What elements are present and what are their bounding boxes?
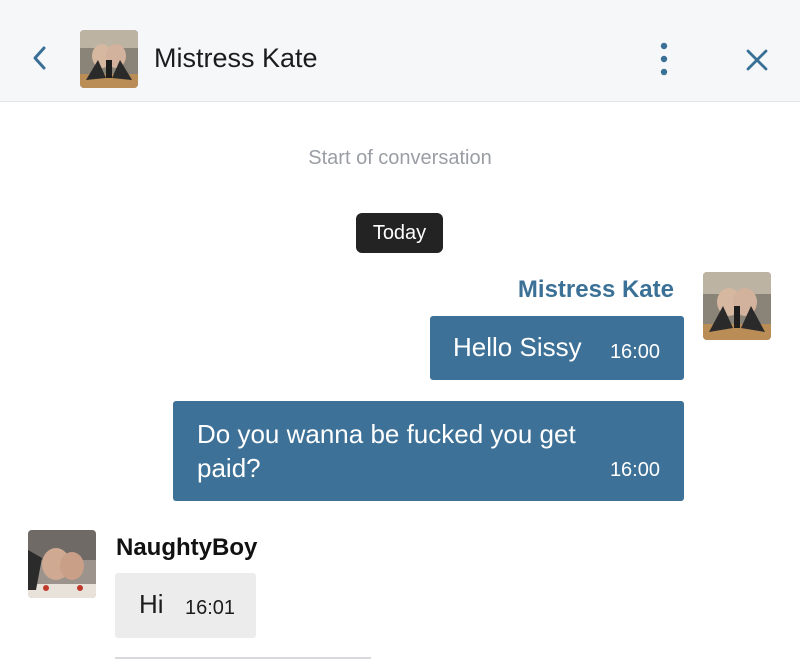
chat-title: Mistress Kate	[154, 43, 318, 73]
message-time: 16:00	[609, 459, 660, 481]
chat-header: Mistress Kate	[0, 0, 800, 102]
avatar[interactable]	[28, 530, 96, 598]
close-icon	[746, 49, 768, 71]
divider	[115, 657, 371, 659]
message-time: 16:01	[185, 597, 236, 619]
sender-name: NaughtyBoy	[116, 534, 258, 561]
message-bubble[interactable]: Hi 16:01	[115, 573, 256, 638]
chevron-left-icon	[33, 46, 46, 70]
conversation-start-label: Start of conversation	[308, 147, 492, 169]
close-button[interactable]	[738, 40, 776, 80]
avatar[interactable]	[703, 272, 771, 340]
sender-name: Mistress Kate	[517, 276, 674, 303]
message-bubble[interactable]: Hello Sissy 16:00	[430, 316, 684, 380]
more-vertical-icon	[660, 42, 668, 76]
message-text: Do you wanna be fucked you get paid?	[197, 419, 576, 483]
message-text: Hello Sissy	[453, 332, 582, 362]
message-text: Hi	[139, 589, 164, 619]
back-button[interactable]	[22, 38, 58, 78]
message-bubble[interactable]: Do you wanna be fucked you get paid? 16:…	[173, 401, 684, 501]
message-time: 16:00	[609, 341, 660, 363]
header-avatar[interactable]	[80, 30, 138, 88]
more-options-button[interactable]	[646, 36, 682, 82]
date-separator: Today	[356, 213, 443, 253]
